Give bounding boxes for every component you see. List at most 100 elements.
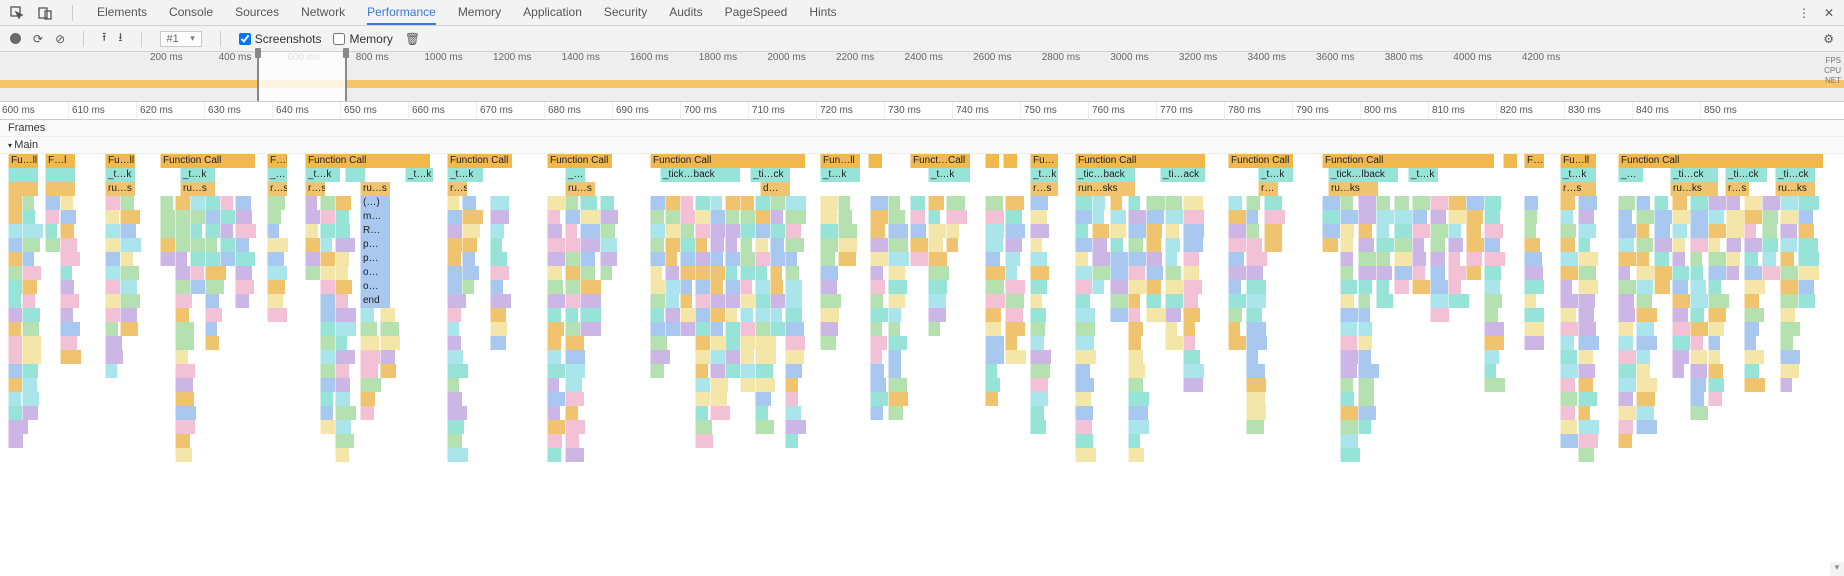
flame-bar[interactable] — [1708, 336, 1720, 350]
flame-bar[interactable] — [175, 448, 192, 462]
flame-bar[interactable] — [1560, 322, 1579, 336]
flame-bar[interactable] — [1798, 252, 1819, 266]
flame-bar[interactable] — [1146, 210, 1164, 224]
flame-bar[interactable] — [380, 350, 395, 364]
flame-bar[interactable] — [220, 224, 233, 238]
flame-bar[interactable] — [1246, 252, 1267, 266]
flame-bar[interactable] — [1690, 392, 1704, 406]
flame-bar[interactable] — [1524, 210, 1537, 224]
flame-bar[interactable]: d… — [760, 182, 790, 196]
tab-console[interactable]: Console — [169, 0, 213, 25]
flame-bar[interactable] — [725, 238, 737, 252]
flame-bar[interactable] — [447, 266, 463, 280]
flame-bar[interactable] — [360, 378, 381, 392]
flame-bar[interactable] — [1075, 224, 1088, 238]
flame-bar[interactable] — [565, 378, 582, 392]
flame-bar[interactable] — [1578, 448, 1594, 462]
flame-bar[interactable] — [580, 196, 597, 210]
flame-bar[interactable] — [888, 350, 901, 364]
flame-bar[interactable] — [1394, 280, 1409, 294]
flame-bar[interactable] — [650, 336, 667, 350]
flame-bar[interactable] — [1780, 350, 1800, 364]
flame-bar[interactable] — [1636, 322, 1654, 336]
flame-bar[interactable] — [1726, 252, 1740, 266]
flame-bar[interactable] — [1524, 308, 1544, 322]
flame-bar[interactable] — [360, 406, 374, 420]
flame-bar[interactable] — [870, 266, 883, 280]
flame-bar[interactable] — [1430, 308, 1449, 322]
flame-bar[interactable]: _t…k — [1258, 168, 1293, 182]
flame-bar[interactable] — [22, 210, 35, 224]
flame-bar[interactable] — [1394, 196, 1409, 210]
flame-bar[interactable] — [1075, 364, 1090, 378]
flame-bar[interactable] — [1246, 294, 1266, 308]
flame-bar[interactable] — [680, 280, 692, 294]
flame-bar[interactable] — [1636, 308, 1657, 322]
flame-bar[interactable] — [870, 406, 883, 420]
flame-bar[interactable] — [1780, 378, 1792, 392]
flame-bar[interactable] — [1005, 238, 1022, 252]
kebab-menu-icon[interactable]: ⋮ — [1798, 6, 1810, 20]
screenshots-checkbox[interactable]: Screenshots — [239, 32, 322, 46]
flame-bar[interactable] — [1578, 378, 1593, 392]
flame-bar[interactable] — [650, 238, 664, 252]
flame-bar[interactable] — [1484, 266, 1501, 280]
flame-bar[interactable] — [888, 364, 901, 378]
recording-select[interactable]: #1 — [160, 31, 202, 47]
flame-bar[interactable] — [1228, 252, 1244, 266]
flame-bar[interactable] — [1618, 406, 1637, 420]
flame-bar[interactable] — [1636, 266, 1655, 280]
flame-bar[interactable] — [22, 196, 34, 210]
flame-bar[interactable] — [220, 196, 233, 210]
flame-bar[interactable] — [1376, 210, 1396, 224]
flame-bar[interactable] — [490, 210, 509, 224]
flame-bar[interactable] — [1246, 378, 1266, 392]
flame-bar[interactable] — [235, 252, 255, 266]
tab-audits[interactable]: Audits — [669, 0, 702, 25]
flame-bar[interactable] — [565, 336, 584, 350]
frames-track-header[interactable]: Frames — [0, 120, 1844, 137]
flame-bar[interactable] — [360, 308, 374, 322]
flame-bar[interactable] — [725, 308, 737, 322]
flame-bar[interactable] — [565, 210, 580, 224]
flame-bar[interactable] — [1560, 364, 1579, 378]
flame-bar[interactable]: r…s — [305, 182, 325, 196]
flame-bar[interactable]: F…l — [267, 154, 287, 168]
flame-bar[interactable] — [462, 280, 474, 294]
flame-bar[interactable] — [1654, 252, 1669, 266]
flame-bar[interactable] — [447, 448, 468, 462]
flame-bar[interactable] — [1654, 196, 1668, 210]
flame-bar[interactable] — [1030, 308, 1046, 322]
flame-bar[interactable] — [447, 378, 459, 392]
flame-bar[interactable] — [695, 364, 708, 378]
flame-bar[interactable] — [1618, 266, 1630, 280]
flame-bar[interactable] — [60, 266, 72, 280]
flame-bar[interactable] — [710, 406, 730, 420]
flame-bar[interactable] — [1672, 308, 1688, 322]
flame-bar[interactable] — [740, 238, 752, 252]
flame-bar[interactable] — [1340, 406, 1360, 420]
flame-bar[interactable] — [1690, 336, 1703, 350]
flame-bar[interactable] — [105, 364, 117, 378]
flame-bar[interactable] — [1412, 266, 1425, 280]
flame-bar[interactable] — [335, 350, 355, 364]
flame-bar[interactable] — [755, 392, 771, 406]
flame-bar[interactable] — [45, 224, 57, 238]
flame-bar[interactable] — [695, 420, 712, 434]
flame-bar[interactable] — [1412, 280, 1431, 294]
flame-bar[interactable] — [175, 420, 195, 434]
flame-bar[interactable] — [838, 210, 852, 224]
flame-bar[interactable] — [547, 364, 566, 378]
flame-bar[interactable] — [580, 210, 600, 224]
clear-icon[interactable]: ⊘ — [55, 32, 65, 46]
flame-bar[interactable] — [60, 224, 74, 238]
memory-checkbox[interactable]: Memory — [333, 32, 392, 46]
flame-bar[interactable] — [205, 224, 220, 238]
flame-bar[interactable] — [910, 196, 925, 210]
flame-bar[interactable] — [190, 224, 202, 238]
flame-bar[interactable]: ru…s — [360, 182, 390, 196]
flame-bar[interactable] — [360, 364, 378, 378]
flame-bar[interactable] — [838, 238, 857, 252]
flame-bar[interactable] — [335, 266, 348, 280]
flame-bar[interactable] — [1430, 238, 1445, 252]
